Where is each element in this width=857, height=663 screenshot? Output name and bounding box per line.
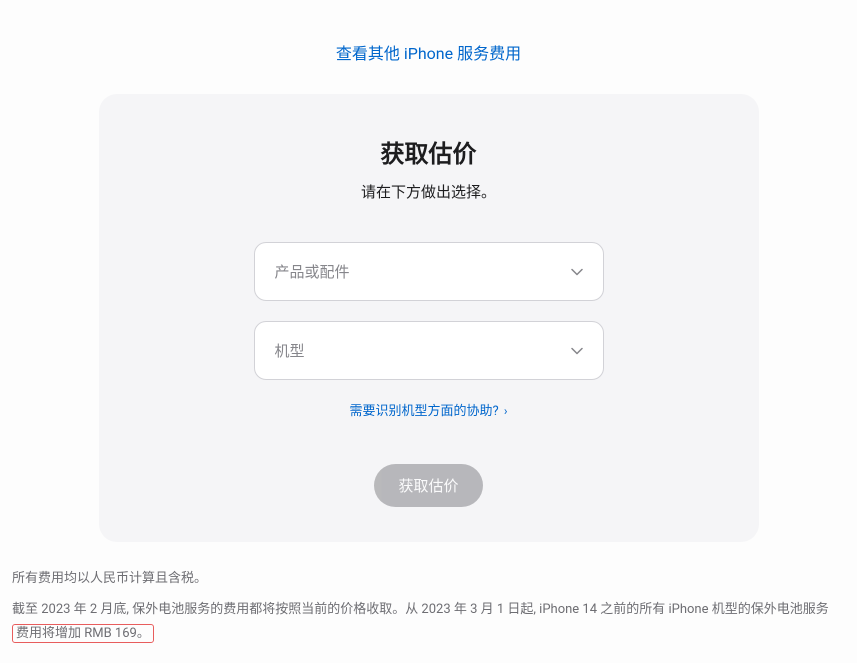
card-subtitle: 请在下方做出选择。 [149,181,709,202]
model-select-placeholder: 机型 [275,340,305,361]
chevron-right-icon: › [504,404,508,418]
footer-line-2: 截至 2023 年 2 月底, 保外电池服务的费用都将按照当前的价格收取。从 2… [12,598,845,645]
estimate-card: 获取估价 请在下方做出选择。 产品或配件 机型 需要识别机型方面的协助? › 获… [99,94,759,542]
product-select[interactable]: 产品或配件 [254,242,604,301]
top-link-container: 查看其他 iPhone 服务费用 [10,0,847,94]
product-select-placeholder: 产品或配件 [275,261,350,282]
identify-model-help-link[interactable]: 需要识别机型方面的协助? › [350,404,508,419]
model-select[interactable]: 机型 [254,321,604,380]
other-service-fees-link[interactable]: 查看其他 iPhone 服务费用 [336,44,521,63]
get-estimate-button[interactable]: 获取估价 [374,464,482,507]
footer-line-2-text: 截至 2023 年 2 月底, 保外电池服务的费用都将按照当前的价格收取。从 2… [12,602,829,617]
chevron-down-icon [571,264,583,280]
help-link-container: 需要识别机型方面的协助? › [149,400,709,419]
card-title: 获取估价 [149,134,709,169]
price-increase-highlight: 费用将增加 RMB 169。 [12,624,154,643]
footer-line-1: 所有费用均以人民币计算且含税。 [12,567,845,590]
help-link-text: 需要识别机型方面的协助? [350,404,499,419]
chevron-down-icon [571,343,583,359]
footer-notes: 所有费用均以人民币计算且含税。 截至 2023 年 2 月底, 保外电池服务的费… [12,567,845,645]
